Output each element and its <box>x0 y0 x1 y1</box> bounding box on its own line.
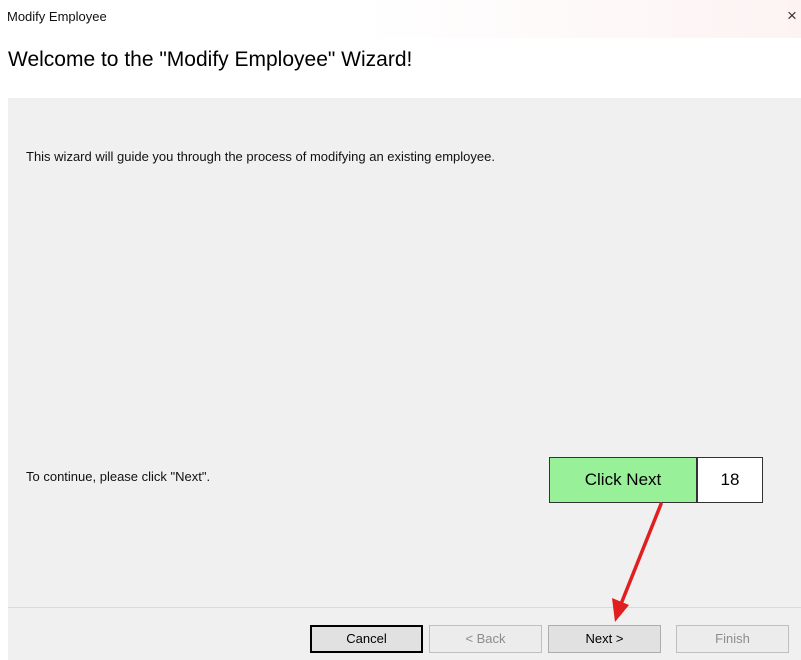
back-button[interactable]: < Back <box>429 625 542 653</box>
instruction-callout: Click Next <box>549 457 697 503</box>
close-icon[interactable]: × <box>787 6 801 26</box>
intro-text: This wizard will guide you through the p… <box>26 149 495 164</box>
continue-instruction: To continue, please click "Next". <box>26 469 211 484</box>
page-title: Welcome to the "Modify Employee" Wizard! <box>8 48 413 71</box>
step-number-badge: 18 <box>697 457 763 503</box>
cancel-button[interactable]: Cancel <box>310 625 423 653</box>
wizard-content-panel <box>8 98 801 608</box>
next-button[interactable]: Next > <box>548 625 661 653</box>
title-bar: Modify Employee × <box>0 0 801 38</box>
finish-button[interactable]: Finish <box>676 625 789 653</box>
window-title: Modify Employee <box>7 9 107 24</box>
